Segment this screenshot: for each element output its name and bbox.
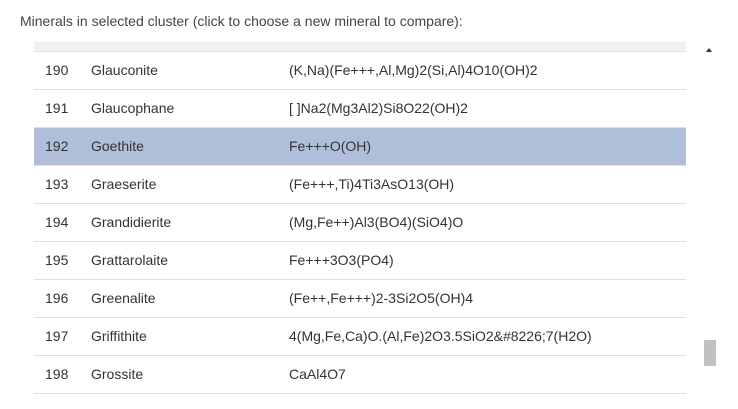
mineral-row[interactable]: 194 Grandidierite (Mg,Fe++)Al3(BO4)(SiO4… [34, 204, 686, 242]
mineral-list-panel: 190 Glauconite (K,Na)(Fe+++,Al,Mg)2(Si,A… [34, 42, 686, 409]
mineral-number: 190 [45, 62, 69, 78]
mineral-row[interactable]: 190 Glauconite (K,Na)(Fe+++,Al,Mg)2(Si,A… [34, 52, 686, 90]
mineral-formula: [ ]Na2(Mg3Al2)Si8O22(OH)2 [289, 100, 468, 116]
mineral-name: Grattarolaite [91, 252, 169, 268]
mineral-formula: CaAl4O7 [289, 366, 346, 382]
mineral-number: 195 [45, 252, 69, 268]
mineral-row-selected[interactable]: 192 Goethite Fe+++O(OH) [34, 128, 686, 166]
mineral-number: 192 [45, 138, 69, 154]
triangle-up-icon[interactable] [706, 48, 712, 52]
mineral-formula: (Fe++,Fe+++)2-3Si2O5(OH)4 [289, 290, 474, 306]
cluster-caption: Minerals in selected cluster (click to c… [20, 13, 463, 29]
mineral-name: Grandidierite [91, 214, 172, 230]
mineral-name: Goethite [91, 138, 144, 154]
mineral-row[interactable]: 198 Grossite CaAl4O7 [34, 356, 686, 394]
mineral-formula: (Mg,Fe++)Al3(BO4)(SiO4)O [289, 214, 464, 230]
mineral-name: Grossite [91, 366, 144, 382]
list-top-edge [34, 42, 686, 52]
mineral-row[interactable]: 197 Griffithite 4(Mg,Fe,Ca)O.(Al,Fe)2O3.… [34, 318, 686, 356]
list-scrollbar[interactable] [702, 42, 718, 409]
mineral-number: 193 [45, 176, 69, 192]
scrollbar-thumb[interactable] [704, 340, 716, 366]
mineral-formula: (Fe+++,Ti)4Ti3AsO13(OH) [289, 176, 455, 192]
mineral-formula: Fe+++O(OH) [289, 138, 372, 154]
mineral-number: 194 [45, 214, 69, 230]
mineral-formula: 4(Mg,Fe,Ca)O.(Al,Fe)2O3.5SiO2&#8226;7(H2… [289, 328, 592, 344]
mineral-formula: (K,Na)(Fe+++,Al,Mg)2(Si,Al)4O10(OH)2 [289, 62, 538, 78]
mineral-formula: Fe+++3O3(PO4) [289, 252, 394, 268]
mineral-name: Glaucophane [91, 100, 175, 116]
mineral-row[interactable]: 193 Graeserite (Fe+++,Ti)4Ti3AsO13(OH) [34, 166, 686, 204]
mineral-number: 191 [45, 100, 69, 116]
mineral-name: Greenalite [91, 290, 156, 306]
mineral-row[interactable]: 196 Greenalite (Fe++,Fe+++)2-3Si2O5(OH)4 [34, 280, 686, 318]
mineral-row[interactable]: 195 Grattarolaite Fe+++3O3(PO4) [34, 242, 686, 280]
mineral-number: 197 [45, 328, 69, 344]
mineral-number: 196 [45, 290, 69, 306]
mineral-list: 190 Glauconite (K,Na)(Fe+++,Al,Mg)2(Si,A… [34, 52, 686, 394]
mineral-row[interactable]: 191 Glaucophane [ ]Na2(Mg3Al2)Si8O22(OH)… [34, 90, 686, 128]
mineral-name: Glauconite [91, 62, 158, 78]
mineral-number: 198 [45, 366, 69, 382]
mineral-name: Graeserite [91, 176, 157, 192]
mineral-name: Griffithite [91, 328, 147, 344]
